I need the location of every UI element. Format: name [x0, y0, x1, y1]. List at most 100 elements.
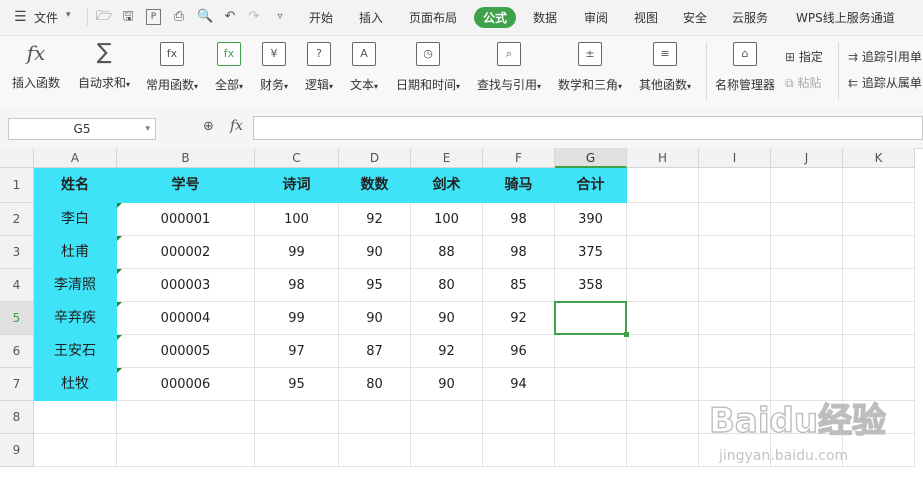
text-button[interactable]: A 文本▾	[346, 42, 382, 93]
tab-data[interactable]: 数据	[533, 9, 557, 26]
column-header-d[interactable]: D	[339, 148, 411, 168]
cell-b7[interactable]: 000006	[117, 368, 255, 401]
cell-g8[interactable]	[555, 401, 627, 434]
column-header-f[interactable]: F	[483, 148, 555, 168]
cell-c9[interactable]	[255, 434, 339, 467]
export-pdf-icon[interactable]: P	[146, 9, 161, 25]
column-header-i[interactable]: I	[699, 148, 771, 168]
cell-e2[interactable]: 100	[411, 203, 483, 236]
cell-c5[interactable]: 99	[255, 302, 339, 335]
cell-h3[interactable]	[627, 236, 699, 269]
logic-button[interactable]: ? 逻辑▾	[301, 42, 337, 93]
cell-f3[interactable]: 98	[483, 236, 555, 269]
cell-a9[interactable]	[34, 434, 117, 467]
cell-d6[interactable]: 87	[339, 335, 411, 368]
tab-page-layout[interactable]: 页面布局	[409, 9, 457, 26]
cell-e8[interactable]	[411, 401, 483, 434]
cell-f4[interactable]: 85	[483, 269, 555, 302]
cell-d9[interactable]	[339, 434, 411, 467]
column-header-b[interactable]: B	[117, 148, 255, 168]
undo-icon[interactable]: ↶	[222, 9, 238, 25]
trace-precedents-button[interactable]: ⇉ 追踪引用单	[848, 48, 922, 65]
cell-a8[interactable]	[34, 401, 117, 434]
chevron-down-icon[interactable]: ▾	[145, 119, 150, 139]
hamburger-icon[interactable]: ☰	[14, 9, 27, 25]
tab-wps-online-service[interactable]: WPS线上服务通道	[796, 9, 895, 26]
tab-view[interactable]: 视图	[634, 9, 658, 26]
cell-d4[interactable]: 95	[339, 269, 411, 302]
column-header-g[interactable]: G	[555, 148, 627, 168]
save-icon[interactable]: 🖫	[120, 9, 136, 25]
cell-b4[interactable]: 000003	[117, 269, 255, 302]
tab-cloud-service[interactable]: 云服务	[732, 9, 768, 26]
cell-b3[interactable]: 000002	[117, 236, 255, 269]
chevron-down-icon[interactable]: ▾	[66, 10, 71, 20]
cell-h1[interactable]	[627, 168, 699, 203]
cell-d2[interactable]: 92	[339, 203, 411, 236]
fx-icon[interactable]: fx	[230, 118, 243, 134]
cell-b8[interactable]	[117, 401, 255, 434]
cell-e4[interactable]: 80	[411, 269, 483, 302]
cell-g3[interactable]: 375	[555, 236, 627, 269]
row-header-5[interactable]: 5	[0, 302, 34, 335]
paste-name-button[interactable]: ⧉ 粘贴	[785, 74, 821, 91]
cell-j1[interactable]	[771, 168, 843, 203]
cell-a6[interactable]: 王安石	[34, 335, 117, 368]
cell-i4[interactable]	[699, 269, 771, 302]
cell-d7[interactable]: 80	[339, 368, 411, 401]
name-box[interactable]: G5 ▾	[8, 118, 156, 140]
tab-review[interactable]: 审阅	[584, 9, 608, 26]
specify-button[interactable]: ⊞ 指定	[785, 48, 823, 65]
cell-b2[interactable]: 000001	[117, 203, 255, 236]
cell-i5[interactable]	[699, 302, 771, 335]
row-header-2[interactable]: 2	[0, 203, 34, 236]
customize-toolbar-icon[interactable]: ▿	[272, 9, 288, 25]
tab-security[interactable]: 安全	[683, 9, 707, 26]
cell-k2[interactable]	[843, 203, 915, 236]
formula-input[interactable]	[253, 116, 923, 140]
cell-i1[interactable]	[699, 168, 771, 203]
cell-c1[interactable]: 诗词	[255, 168, 339, 203]
math-trig-button[interactable]: ± 数学和三角▾	[554, 42, 626, 93]
row-header-9[interactable]: 9	[0, 434, 34, 467]
row-header-3[interactable]: 3	[0, 236, 34, 269]
cell-b9[interactable]	[117, 434, 255, 467]
cell-a4[interactable]: 李清照	[34, 269, 117, 302]
cell-f9[interactable]	[483, 434, 555, 467]
cell-g4[interactable]: 358	[555, 269, 627, 302]
row-header-4[interactable]: 4	[0, 269, 34, 302]
trace-dependents-button[interactable]: ⇇ 追踪从属单	[848, 74, 922, 91]
cell-f6[interactable]: 96	[483, 335, 555, 368]
cell-c7[interactable]: 95	[255, 368, 339, 401]
tab-formula[interactable]: 公式	[474, 7, 517, 28]
cell-j4[interactable]	[771, 269, 843, 302]
cell-f5[interactable]: 92	[483, 302, 555, 335]
column-header-e[interactable]: E	[411, 148, 483, 168]
cell-i6[interactable]	[699, 335, 771, 368]
cell-e9[interactable]	[411, 434, 483, 467]
cell-h7[interactable]	[627, 368, 699, 401]
cell-k1[interactable]	[843, 168, 915, 203]
cell-k5[interactable]	[843, 302, 915, 335]
column-header-a[interactable]: A	[34, 148, 117, 168]
cell-e5[interactable]: 90	[411, 302, 483, 335]
cell-f7[interactable]: 94	[483, 368, 555, 401]
common-functions-button[interactable]: fx 常用函数▾	[142, 42, 202, 93]
cell-f1[interactable]: 骑马	[483, 168, 555, 203]
name-manager-button[interactable]: ⌂ 名称管理器	[713, 42, 777, 93]
cell-k4[interactable]	[843, 269, 915, 302]
cell-c8[interactable]	[255, 401, 339, 434]
cell-d1[interactable]: 数数	[339, 168, 411, 203]
cell-h4[interactable]	[627, 269, 699, 302]
datetime-button[interactable]: ◷ 日期和时间▾	[392, 42, 464, 93]
select-all-corner[interactable]	[0, 148, 34, 168]
cell-h6[interactable]	[627, 335, 699, 368]
row-header-6[interactable]: 6	[0, 335, 34, 368]
column-header-j[interactable]: J	[771, 148, 843, 168]
cell-a7[interactable]: 杜牧	[34, 368, 117, 401]
cell-g2[interactable]: 390	[555, 203, 627, 236]
lookup-reference-button[interactable]: ⌕ 查找与引用▾	[473, 42, 545, 93]
column-header-c[interactable]: C	[255, 148, 339, 168]
row-header-8[interactable]: 8	[0, 401, 34, 434]
insert-function-button[interactable]: fx 插入函数	[10, 42, 62, 91]
